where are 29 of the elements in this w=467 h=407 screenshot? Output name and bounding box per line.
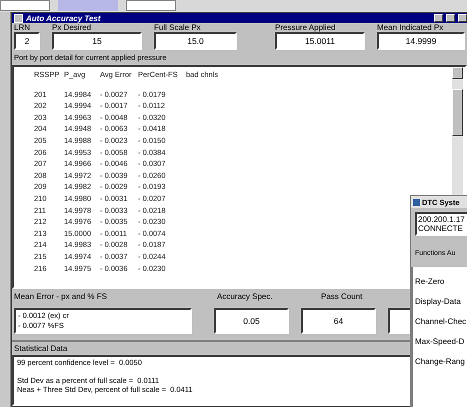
function-item[interactable]: Max-Speed-D xyxy=(415,337,467,346)
window-title: Auto Accuracy Test xyxy=(26,14,102,22)
field-label: Pressure Applied xyxy=(275,23,336,32)
accuracy-spec-field[interactable]: 0.05 xyxy=(214,308,289,334)
value-field[interactable]: 15 xyxy=(52,32,142,50)
section-label: Statistical Data xyxy=(14,344,68,353)
function-item[interactable]: Change-Rang xyxy=(415,357,467,366)
field-label: Full Scale Px xyxy=(154,23,201,32)
field-label: Pass Count xyxy=(320,292,362,301)
function-item[interactable]: Channel-Chec xyxy=(415,317,467,326)
field-label: Px Desired xyxy=(52,23,92,32)
pass-count-field[interactable]: 64 xyxy=(301,308,376,334)
function-item[interactable]: Display-Data xyxy=(415,297,467,306)
value-field[interactable]: 15.0011 xyxy=(275,32,365,50)
field-label: LRN xyxy=(14,23,30,32)
field-label: Mean Indicated Px xyxy=(377,23,444,32)
function-item[interactable]: Re-Zero xyxy=(415,277,467,286)
scroll-up-button[interactable] xyxy=(452,67,463,79)
field-label: Accuracy Spec. xyxy=(216,292,273,301)
value-field[interactable]: 14.9999 xyxy=(377,32,465,50)
minimize-button[interactable] xyxy=(434,14,443,22)
maximize-button[interactable] xyxy=(446,14,455,22)
scroll-thumb[interactable] xyxy=(452,89,463,136)
app-icon xyxy=(413,198,420,206)
value-field[interactable]: 15.0 xyxy=(154,32,237,50)
close-button[interactable] xyxy=(458,14,467,22)
value-field[interactable]: 2 xyxy=(14,32,40,50)
connection-field: 200.200.1.17 CONNECTE xyxy=(415,212,467,236)
field-label: Mean Error - px and % FS xyxy=(14,292,107,301)
